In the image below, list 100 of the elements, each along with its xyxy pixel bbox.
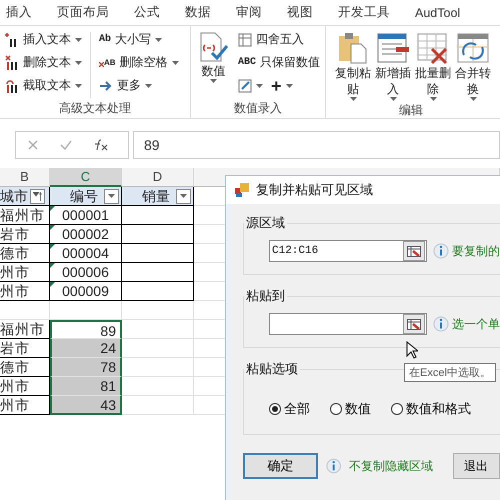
exit-button[interactable]: 退出: [453, 453, 500, 479]
ribbon-button[interactable]: 新增插入: [373, 30, 413, 102]
ok-button[interactable]: 确定: [243, 453, 318, 479]
text-arch-icon: [5, 78, 19, 94]
formula-field[interactable]: 89: [133, 131, 500, 159]
table-cell[interactable]: 43: [50, 396, 122, 415]
caret-icon: [145, 84, 152, 88]
header-text: 编号: [70, 187, 98, 205]
check-icon[interactable]: [60, 140, 72, 150]
column-header[interactable]: D: [122, 168, 194, 187]
text-cross-icon: [5, 54, 19, 70]
group-label: 粘贴到: [245, 287, 286, 305]
filter-icon: [33, 192, 42, 200]
radio-button[interactable]: [269, 403, 281, 415]
filter-button[interactable]: [30, 188, 45, 204]
text-cursor-icon: [5, 32, 19, 48]
ribbon-button[interactable]: 复制粘贴: [333, 30, 373, 102]
table-cell: 州市: [0, 263, 50, 282]
ribbon-tab[interactable]: AudTool: [411, 4, 464, 22]
caret-icon: [286, 84, 292, 88]
caret-icon: [75, 38, 82, 42]
ribbon-button[interactable]: 删除文本: [3, 53, 84, 72]
ribbon-tab[interactable]: 插入: [2, 2, 36, 23]
caret-icon: [75, 60, 82, 64]
ribbon-button[interactable]: 批量删除: [413, 30, 453, 102]
cursor-icon: [406, 341, 418, 359]
source-range-field[interactable]: C12:C16: [269, 240, 427, 262]
table-cell[interactable]: 78: [50, 358, 122, 377]
empty-cell: [122, 282, 194, 301]
field-value: C12:C16: [272, 245, 318, 257]
info-icon: [433, 316, 449, 332]
ribbon-button[interactable]: ABC 只保留数值: [236, 53, 322, 72]
ribbon-button[interactable]: 截取文本: [3, 76, 84, 95]
caret-icon: [108, 194, 115, 198]
ribbon-button[interactable]: 四舍五入: [236, 30, 322, 49]
ribbon-button[interactable]: 数值: [194, 30, 233, 100]
form-icon: [376, 31, 410, 65]
window-icon: [234, 182, 250, 198]
caret-icon: [75, 84, 82, 88]
table-cell: 德市: [0, 244, 50, 263]
ribbon-tab[interactable]: 审阅: [232, 2, 266, 23]
glyph-label: Ab: [99, 34, 112, 45]
table-cell[interactable]: 24: [50, 339, 122, 358]
ribbon-button[interactable]: 插入文本: [3, 30, 84, 49]
caret-icon: [172, 60, 179, 64]
column-header[interactable]: C: [50, 168, 122, 187]
header-text: 销量: [142, 187, 170, 205]
empty-cell: [122, 263, 194, 282]
ribbon-tab[interactable]: 开发工具: [334, 2, 394, 23]
arrow-right-icon: [99, 80, 113, 92]
table-cell: 福州市: [0, 206, 50, 225]
table-cell: 000009: [50, 282, 122, 301]
tooltip: 在Excel中选取。: [404, 363, 496, 382]
dialog-title: 复制并粘贴可见区域: [256, 181, 373, 199]
filter-button[interactable]: [104, 188, 119, 204]
column-header[interactable]: B: [0, 168, 50, 187]
ribbon-button[interactable]: AB 删除空格: [97, 53, 181, 72]
range-picker-button[interactable]: [403, 314, 425, 334]
ribbon-button[interactable]: 合并转换: [453, 30, 493, 102]
target-range-field[interactable]: [269, 313, 427, 335]
ribbon-tab[interactable]: 公式: [130, 2, 164, 23]
range-picker-button[interactable]: [403, 241, 425, 261]
ribbon-button[interactable]: 更多: [97, 76, 181, 95]
caret-icon: [390, 97, 396, 101]
ribbon-tab[interactable]: 页面布局: [53, 2, 113, 23]
glyph-label: AB: [104, 58, 116, 67]
cross-icon: [99, 62, 104, 67]
function-icon[interactable]: [94, 139, 108, 151]
radio-option[interactable]: 数值和格式: [391, 400, 471, 418]
filter-button[interactable]: [176, 188, 191, 204]
hint-text: 选一个单: [452, 316, 500, 332]
table-cell: 岩市: [0, 225, 50, 244]
caret-icon: [430, 97, 436, 101]
empty-cell: [0, 301, 50, 320]
radio-option[interactable]: 数值: [330, 400, 371, 418]
table-cell: 000001: [50, 206, 122, 225]
note-text: 不复制隐藏区域: [349, 458, 434, 474]
plus-label: +: [270, 76, 282, 94]
range-picker-icon: [407, 318, 421, 330]
caret-icon: [180, 194, 187, 198]
range-picker-icon: [407, 246, 421, 256]
caret-icon: [210, 79, 217, 83]
ribbon-tab[interactable]: 数据: [181, 2, 215, 23]
ribbon-tab[interactable]: 视图: [283, 2, 317, 23]
ribbon-button[interactable]: Ab 大小写: [97, 30, 181, 49]
table-cell: 000006: [50, 263, 122, 282]
pencil-icon: [238, 78, 252, 92]
table-icon: [238, 32, 252, 46]
radio-button[interactable]: [330, 403, 342, 415]
glyph-label: ABC: [238, 57, 256, 68]
table-cell[interactable]: 81: [50, 377, 122, 396]
group-label: 数值录入: [233, 100, 283, 116]
table-cell: 000004: [50, 244, 122, 263]
table-cell: 000002: [50, 225, 122, 244]
radio-option[interactable]: 全部: [269, 400, 310, 418]
ribbon-button[interactable]: +: [268, 76, 294, 95]
caret-icon: [256, 84, 263, 88]
group-label: 高级文本处理: [58, 100, 132, 116]
radio-button[interactable]: [391, 403, 403, 415]
group-label: 源区域: [245, 214, 286, 232]
